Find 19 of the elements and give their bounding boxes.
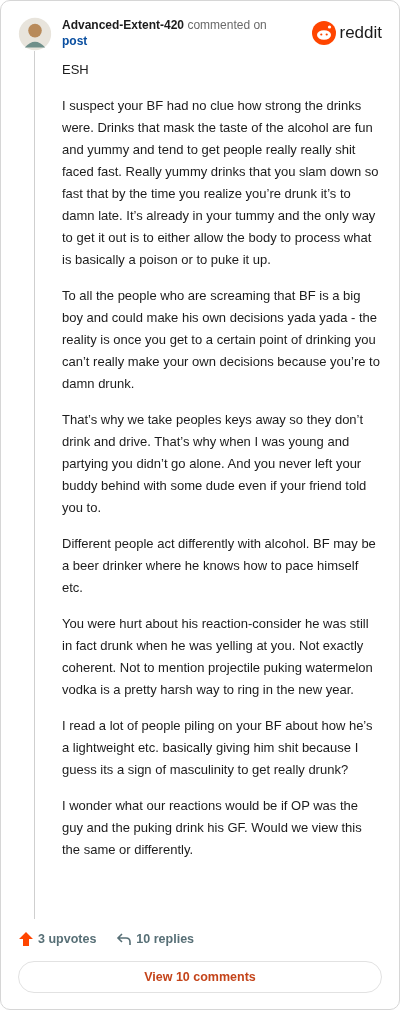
comment-paragraph: Different people act differently with alcohol. BF may be a beer drinker where he knows how to pace himself etc. [62,535,377,597]
brand-name: reddit [339,23,382,43]
upvote-button[interactable]: 3 upvotes [18,931,97,947]
reddit-logo-icon [312,21,337,45]
comment-paragraph: I suspect your BF had no clue how strong the drinks were. Drinks that mask the taste of the alcohol are fun and yummy and tend to get people really really shit faced fast. Really yummy drinks that you slam down so fast that by the time you realize you’re drunk it’s to damn late. It’s already in your tummy and the only way to get it out is to either allow the body to process what is basically a poison or to puke it up. [62,97,380,269]
comment-paragraph: To all the people who are screaming that BF is a big boy and could make his own decisions yada yada - the reality is once you get to a certain point of drinking you can’t really make your own decisions because you’re to damn drunk. [62,287,380,393]
view-comments-button[interactable]: View 10 comments [18,961,382,993]
comment-paragraph: You were hurt about his reaction-consider he was still in fact drunk when he was yelling at you. Not exactly coherent. Not to mention projectile puking watermelon vodka is a pretty harsh way to ring in the new year. [62,615,374,699]
post-link[interactable]: post [62,33,88,49]
upvote-icon [18,931,34,947]
reply-button[interactable]: 10 replies [116,931,195,947]
comment-paragraph: That’s why we take peoples keys away so they don’t drink and drive. That’s why when I was young and partying you didn’t go alone. And you never left your buddy behind with some dude even if your friend told you to. [62,411,368,517]
action-text: commented on [187,18,267,32]
comment-paragraph: ESH [62,61,90,79]
author-name[interactable]: Advanced-Extent-420 [62,18,185,32]
avatar-icon [18,17,52,51]
comment-paragraph: I wonder what our reactions would be if OP was the guy and the puking drink his GF. Would we view this the same or differently. [62,797,363,859]
comment-paragraph: I read a lot of people piling on your BF about how he’s a lightweight etc. basically giving him shit because I guess its a sign of masculinity to get really drunk? [62,717,374,779]
reply-icon [116,931,133,947]
